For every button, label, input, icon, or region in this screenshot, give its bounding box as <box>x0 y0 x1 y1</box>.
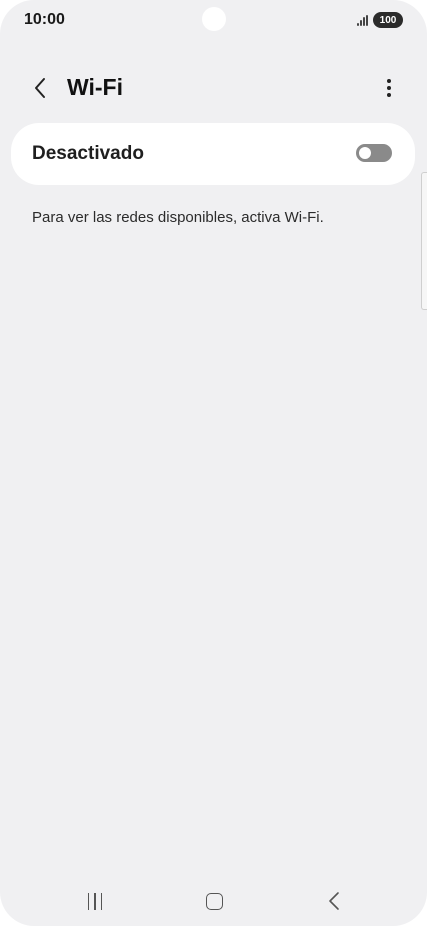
nav-back-button[interactable] <box>322 888 346 914</box>
status-bar: 10:00 100 <box>0 0 427 40</box>
battery-icon: 100 <box>373 12 403 28</box>
home-icon <box>205 892 223 910</box>
chevron-left-icon <box>35 78 45 98</box>
recents-button[interactable] <box>82 888 108 914</box>
back-icon <box>329 892 339 910</box>
camera-cutout <box>202 7 226 31</box>
home-button[interactable] <box>202 888 226 914</box>
status-icons: 100 <box>357 12 403 28</box>
back-button[interactable] <box>26 74 54 102</box>
status-time: 10:00 <box>24 11 65 28</box>
more-vertical-icon <box>387 79 391 83</box>
recents-icon <box>87 892 90 910</box>
info-text: Para ver las redes disponibles, activa W… <box>32 209 324 226</box>
app-bar: Wi-Fi <box>0 68 427 108</box>
phone-screen: 10:00 100 Wi-Fi Desactivado Para ver las… <box>0 0 427 926</box>
edge-panel-handle[interactable] <box>421 172 427 310</box>
wifi-toggle-label: Desactivado <box>32 143 144 164</box>
switch-knob <box>359 147 371 159</box>
wifi-switch[interactable] <box>356 144 392 162</box>
page-title: Wi-Fi <box>67 74 123 100</box>
navigation-bar <box>0 876 427 926</box>
more-options-button[interactable] <box>377 74 401 102</box>
wifi-toggle-card[interactable]: Desactivado <box>11 123 415 185</box>
signal-icon <box>357 14 368 26</box>
